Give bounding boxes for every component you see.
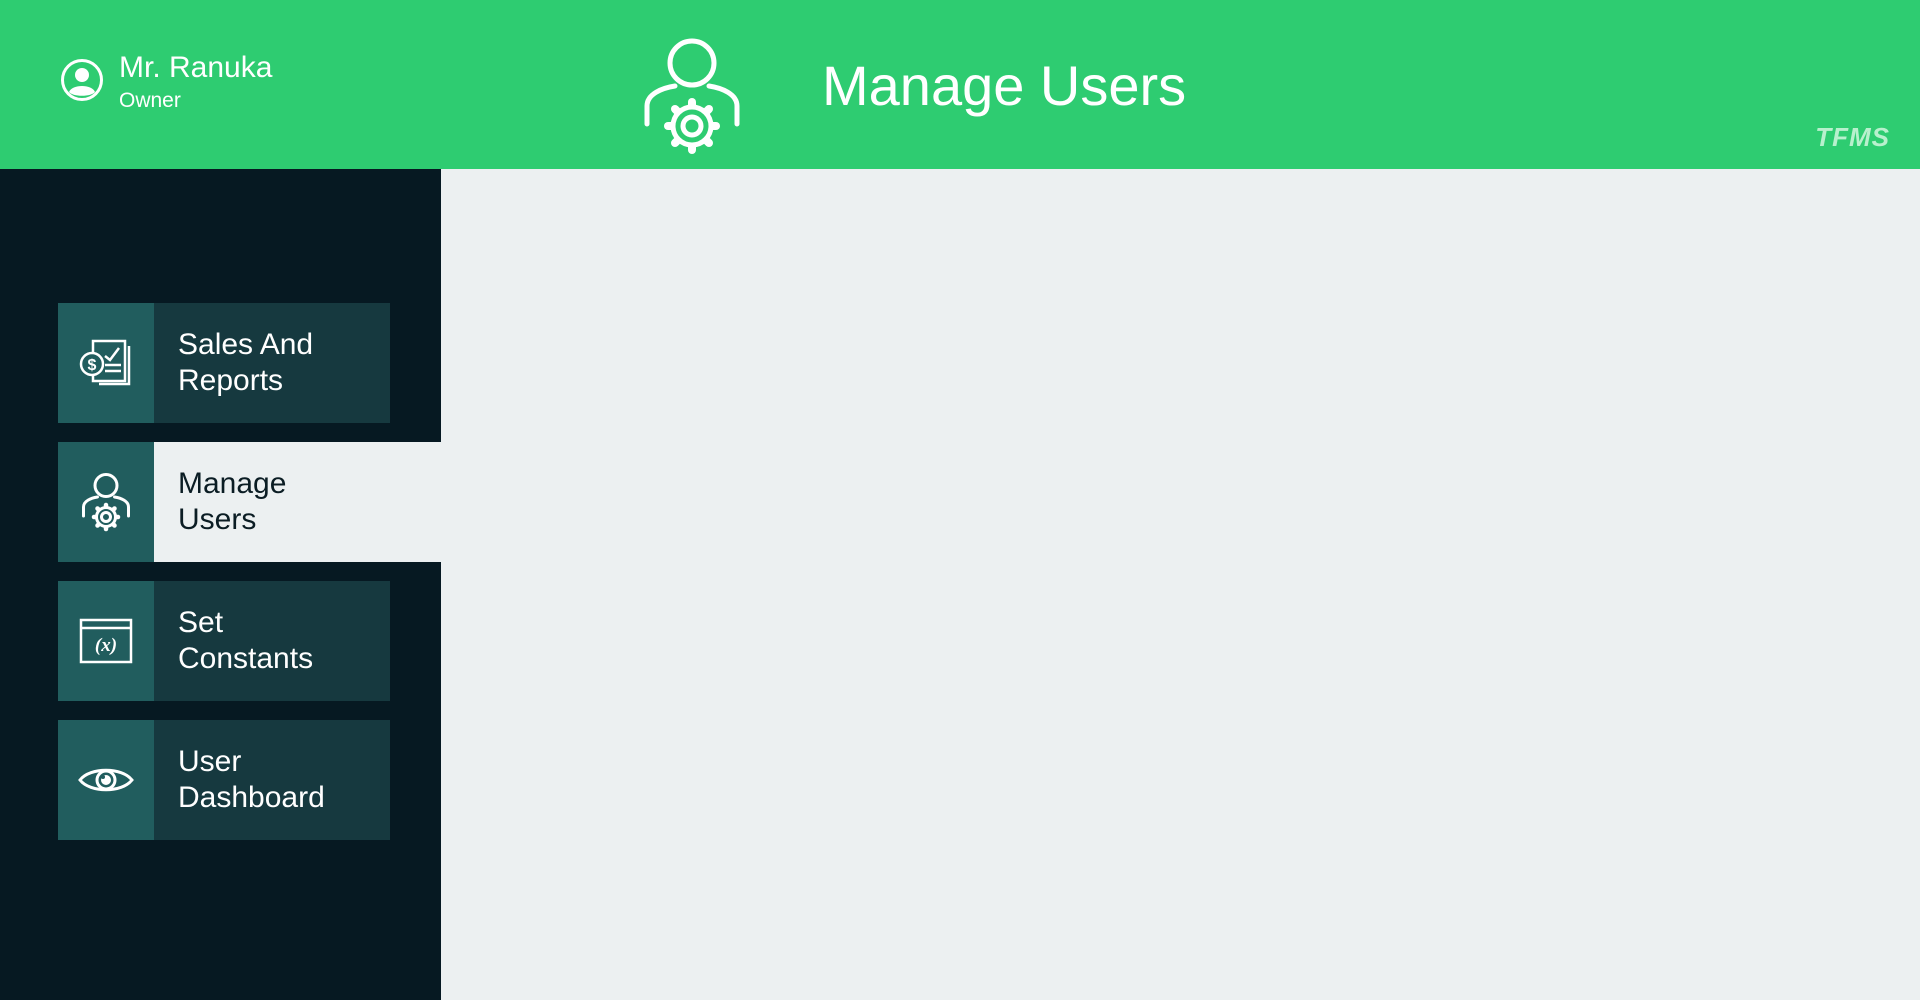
variable-window-icon: (x) [58, 581, 154, 701]
user-circle-icon [61, 59, 103, 101]
svg-text:$: $ [88, 357, 97, 374]
sidebar-item-label: Manage Users [178, 467, 287, 536]
sidebar-item-label: User Dashboard [178, 745, 325, 814]
sidebar-item-sales-and-reports[interactable]: $ Sales And Reports [58, 303, 390, 423]
user-role: Owner [119, 89, 181, 112]
sales-report-icon: $ [58, 303, 154, 423]
sidebar-item-user-dashboard[interactable]: User Dashboard [58, 720, 390, 840]
brand-logo: TFMS [1815, 122, 1890, 152]
user-gear-icon [58, 442, 154, 562]
sidebar: $ Sales And Reports Manage Users (x) Set… [0, 169, 441, 1000]
user-gear-icon [644, 38, 740, 154]
page-title: Manage Users [822, 54, 1187, 117]
main-content [441, 169, 1920, 1000]
sidebar-item-label: Sales And Reports [178, 328, 314, 397]
sidebar-item-label: Set Constants [178, 606, 314, 675]
svg-text:(x): (x) [95, 635, 117, 656]
user-name: Mr. Ranuka [119, 51, 273, 84]
eye-icon [58, 720, 154, 840]
header-bar: Mr. Ranuka Owner Manage Users TFMS [0, 0, 1920, 169]
sidebar-item-manage-users[interactable]: Manage Users [58, 442, 441, 562]
sidebar-item-set-constants[interactable]: (x) Set Constants [58, 581, 390, 701]
user-info: Mr. Ranuka Owner [60, 50, 272, 114]
